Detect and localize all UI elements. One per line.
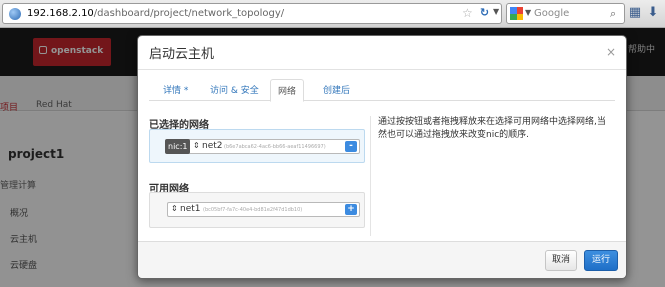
- selected-network-item[interactable]: nic:1 ⇕ net2 (b6e7abca62-4ac6-bb66-aeaf1…: [165, 139, 360, 154]
- reload-icon[interactable]: ↻: [478, 6, 491, 20]
- launch-instance-modal: 启动云主机 × 详情 * 访问 & 安全 网络 创建后 已选择的网络 nic:1…: [137, 35, 627, 279]
- cancel-button[interactable]: 取消: [545, 250, 577, 271]
- downloads-icon[interactable]: ⬇: [646, 6, 660, 20]
- network-name: net1: [180, 204, 201, 214]
- search-engine-dropdown-icon[interactable]: ▼: [525, 8, 531, 17]
- bookmark-star-icon[interactable]: ☆: [462, 6, 473, 20]
- url-host: 192.168.2.10: [27, 8, 94, 19]
- browser-toolbar: 192.168.2.10/dashboard/project/network_t…: [0, 0, 665, 28]
- search-placeholder: Google: [534, 8, 570, 19]
- tab-details[interactable]: 详情 *: [163, 83, 188, 96]
- modal-title: 启动云主机: [149, 47, 215, 62]
- search-icon[interactable]: ⌕: [610, 7, 616, 21]
- url-text[interactable]: 192.168.2.10/dashboard/project/network_t…: [27, 8, 284, 19]
- site-icon: [9, 8, 21, 20]
- network-id: (bc05bf7-fa7c-40e4-bd81e2f47d1db10): [203, 207, 303, 213]
- add-network-button[interactable]: +: [345, 204, 357, 215]
- launch-button[interactable]: 运行: [584, 250, 618, 271]
- selected-networks-list[interactable]: nic:1 ⇕ net2 (b6e7abca62-4ac6-bb66-aeaf1…: [149, 129, 365, 163]
- nic-badge: nic:1: [165, 139, 191, 154]
- tab-post-creation[interactable]: 创建后: [323, 83, 350, 96]
- available-network-item[interactable]: ⇕ net1 (bc05bf7-fa7c-40e4-bd81e2f47d1db1…: [167, 202, 360, 217]
- tab-access-security[interactable]: 访问 & 安全: [210, 83, 259, 96]
- drag-handle-icon[interactable]: ⇕: [171, 204, 178, 213]
- google-icon[interactable]: [510, 7, 523, 20]
- address-bar[interactable]: 192.168.2.10/dashboard/project/network_t…: [2, 3, 502, 24]
- network-name: net2: [202, 141, 223, 151]
- modal-tabs: 详情 * 访问 & 安全 网络 创建后: [149, 79, 615, 102]
- tab-networking[interactable]: 网络: [270, 79, 305, 102]
- available-networks-list[interactable]: ⇕ net1 (bc05bf7-fa7c-40e4-bd81e2f47d1db1…: [149, 192, 365, 228]
- modal-footer: 取消 运行: [138, 241, 626, 278]
- help-text: 通过按按钮或者拖拽释放来在选择可用网络中选择网络,当然也可以通过拖拽放来改变ni…: [378, 117, 606, 140]
- network-id: (b6e7abca62-4ac6-bb66-aeaf11496697): [224, 144, 326, 150]
- drag-handle-icon[interactable]: ⇕: [193, 141, 200, 150]
- remove-network-button[interactable]: -: [345, 141, 357, 152]
- column-divider: [370, 116, 371, 236]
- close-icon[interactable]: ×: [606, 45, 616, 59]
- search-box[interactable]: ▼ Google ⌕: [506, 3, 625, 24]
- url-path: /dashboard/project/network_topology/: [93, 8, 285, 19]
- header-divider: [138, 69, 626, 70]
- bookmarks-icon[interactable]: ▦: [628, 6, 642, 20]
- url-dropdown-icon[interactable]: ▼: [493, 7, 499, 16]
